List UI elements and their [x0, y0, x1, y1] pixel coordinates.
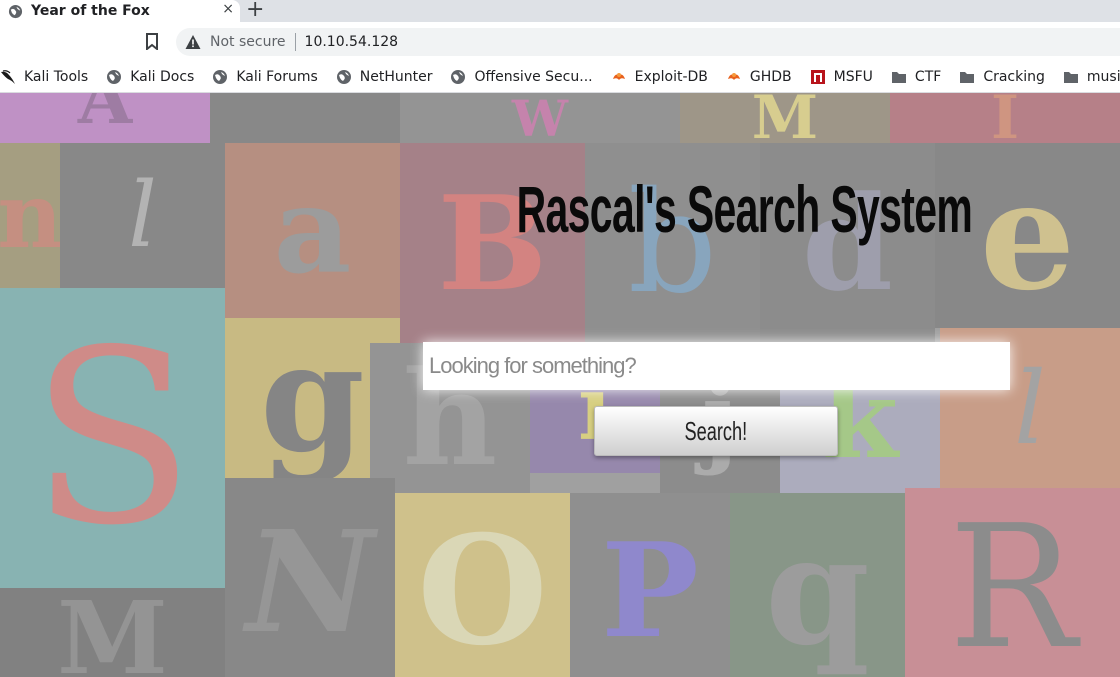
new-tab-icon[interactable]: +	[246, 0, 264, 22]
bookmark-item[interactable]: Kali Docs	[106, 69, 194, 85]
bookmarks-bar: Kali Tools Kali Docs Kali Forums NetHunter O…	[0, 61, 1120, 93]
tab-active[interactable]: Year of the Fox ×	[0, 0, 240, 22]
tab-strip: Year of the Fox × +	[0, 0, 1120, 22]
search-input[interactable]	[423, 342, 1010, 390]
bookmark-label: Kali Forums	[236, 68, 318, 85]
exploitdb-icon	[611, 69, 635, 85]
page-content: A W M I n l a B b d e S g h i j k l M N …	[0, 93, 1120, 677]
bookmark-label: music	[1086, 68, 1120, 85]
url-text[interactable]: 10.10.54.128	[305, 34, 399, 50]
tab-close-icon[interactable]: ×	[222, 1, 234, 17]
bookmark-item[interactable]: Kali Tools	[0, 69, 88, 85]
exploitdb-icon	[726, 69, 750, 85]
bookmark-item[interactable]: Exploit-DB	[611, 69, 708, 85]
search-button-label: Search!	[684, 415, 748, 446]
bookmark-item[interactable]: GHDB	[726, 69, 792, 85]
bookmark-icon[interactable]	[145, 33, 159, 50]
bookmark-item[interactable]: MSFU	[810, 69, 873, 85]
globe-icon	[336, 69, 360, 85]
bookmark-label: NetHunter	[359, 68, 433, 85]
folder-icon	[959, 69, 983, 85]
bookmark-label: Offensive Secu...	[474, 68, 593, 85]
kali-dragon-icon	[0, 69, 24, 85]
bookmark-item[interactable]: Cracking	[959, 69, 1045, 85]
tab-title: Year of the Fox	[31, 3, 150, 19]
globe-icon	[106, 69, 130, 85]
bookmark-item[interactable]: CTF	[891, 69, 941, 85]
bookmark-item[interactable]: music	[1063, 69, 1120, 85]
bookmark-item[interactable]: Kali Forums	[212, 68, 318, 85]
bookmark-item[interactable]: Offensive Secu...	[450, 68, 593, 85]
bookmark-label: CTF	[914, 68, 942, 85]
globe-icon	[212, 69, 236, 85]
omnibox-divider	[294, 33, 296, 51]
bookmark-label: Exploit-DB	[634, 68, 708, 85]
address-toolbar: Not secure 10.10.54.128	[0, 22, 1120, 61]
omnibox[interactable]: Not secure 10.10.54.128	[176, 28, 1120, 56]
warning-icon[interactable]	[185, 34, 201, 50]
bookmark-label: Kali Tools	[24, 68, 89, 85]
folder-icon	[891, 69, 915, 85]
msfu-icon	[810, 69, 834, 85]
bookmark-label: GHDB	[749, 68, 792, 85]
bookmark-label: MSFU	[833, 68, 873, 85]
folder-icon	[1063, 69, 1087, 85]
search-button[interactable]: Search!	[594, 406, 838, 456]
globe-icon	[450, 69, 474, 85]
bookmark-label: Cracking	[983, 68, 1045, 85]
bookmark-label: Kali Docs	[130, 68, 195, 85]
bookmark-item[interactable]: NetHunter	[336, 68, 433, 85]
security-status: Not secure	[210, 34, 286, 50]
page-title: Rascal's Search System	[516, 172, 973, 246]
globe-icon	[8, 4, 23, 18]
